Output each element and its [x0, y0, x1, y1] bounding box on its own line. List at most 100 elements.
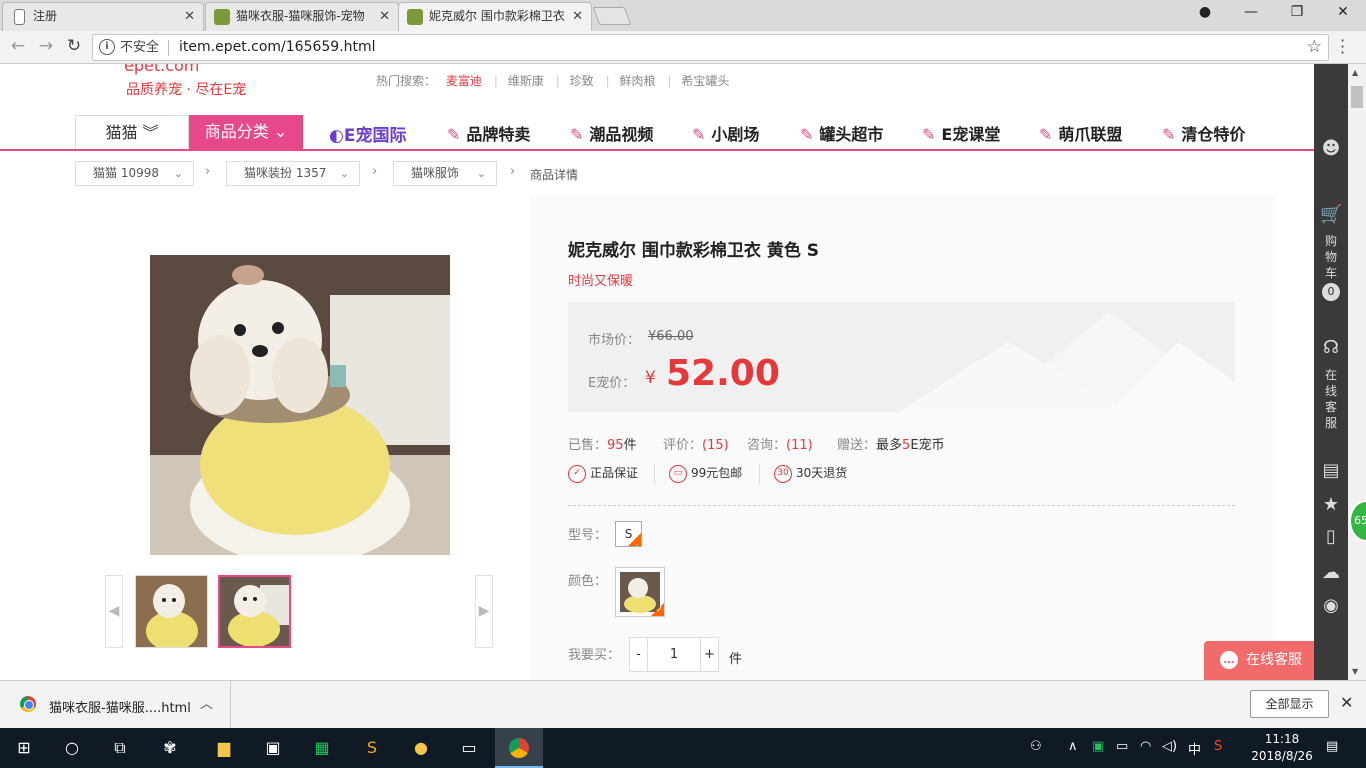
window-close-button[interactable]: ✕: [1328, 4, 1358, 20]
size-option-s[interactable]: S ✓: [615, 521, 642, 547]
quantity-unit: 件: [729, 652, 743, 667]
thumbnail-selected[interactable]: [218, 575, 291, 648]
page-scrollbar[interactable]: ▲ ▼: [1348, 64, 1366, 680]
tray-app-icon[interactable]: ▣: [1092, 739, 1104, 754]
close-icon[interactable]: ✕: [1340, 693, 1353, 712]
nav-epet-intl[interactable]: ◐E宠国际: [329, 121, 406, 146]
iqiyi-icon[interactable]: ▦: [310, 736, 334, 760]
minimize-button[interactable]: —: [1236, 4, 1266, 20]
quantity-input[interactable]: 1: [648, 638, 700, 671]
tab-register[interactable]: 注册 ✕: [2, 2, 204, 31]
page-icon: [14, 9, 25, 25]
tab-cat-clothes[interactable]: 猫咪衣服-猫咪服饰-宠物 ✕: [205, 2, 399, 31]
wifi-icon[interactable]: ◠: [1140, 739, 1151, 754]
chrome-icon[interactable]: [507, 736, 531, 760]
hot-search-link[interactable]: 希宝罐头: [681, 74, 729, 88]
task-view-icon[interactable]: ⧉: [108, 736, 132, 760]
logo[interactable]: epet.com: [124, 64, 199, 75]
account-icon[interactable]: ●: [1190, 4, 1220, 20]
online-service-button[interactable]: … 在线客服: [1204, 641, 1314, 680]
chevron-down-icon: ⌄: [339, 167, 349, 180]
show-all-downloads-button[interactable]: 全部显示: [1250, 690, 1329, 718]
product-main-image[interactable]: [150, 255, 450, 555]
scroll-down-icon[interactable]: ▼: [1352, 667, 1358, 676]
breadcrumb-item[interactable]: 猫咪服饰 ⌄: [393, 161, 497, 186]
headset-icon[interactable]: ☊: [1320, 337, 1342, 359]
cart-label[interactable]: 购物车: [1324, 233, 1338, 281]
thumbnail[interactable]: [135, 575, 208, 648]
address-bar[interactable]: i 不安全 item.epet.com/165659.html ☆: [92, 34, 1329, 61]
url-text[interactable]: item.epet.com/165659.html: [179, 35, 376, 60]
star-icon[interactable]: ★: [1320, 494, 1342, 516]
nav-item[interactable]: ✎ 潮品视频: [570, 121, 653, 145]
nav-item[interactable]: ✎ E宠课堂: [922, 121, 1000, 145]
volume-icon[interactable]: ◁): [1162, 739, 1177, 754]
online-service-label[interactable]: 在线客服: [1324, 367, 1338, 431]
nav-item[interactable]: ✎ 品牌特卖: [447, 121, 530, 145]
paw-app-icon[interactable]: ●: [409, 736, 433, 760]
fish-icon: ✎: [922, 125, 936, 144]
fan-app-icon[interactable]: ✾: [158, 736, 182, 760]
consult-count[interactable]: 咨询：(11): [747, 434, 813, 453]
sublime-text-icon[interactable]: S: [360, 736, 384, 760]
windows-start-icon[interactable]: ⊞: [12, 736, 36, 760]
chevron-up-icon[interactable]: ︿: [200, 693, 213, 712]
hot-search-link[interactable]: 珍致: [570, 74, 594, 88]
download-filename[interactable]: 猫咪衣服-猫咪服....html: [49, 697, 191, 716]
thumb-prev-button[interactable]: ◀: [105, 575, 123, 648]
ime-indicator[interactable]: 中: [1188, 739, 1201, 758]
scroll-up-icon[interactable]: ▲: [1352, 68, 1358, 77]
new-tab-button[interactable]: [592, 7, 632, 25]
nav-item[interactable]: ✎ 罐头超市: [800, 121, 883, 145]
scrollbar-thumb[interactable]: [1351, 86, 1363, 108]
hot-search-link[interactable]: 麦富迪: [446, 74, 482, 88]
chevron-up-icon[interactable]: ∧: [1068, 739, 1078, 754]
notification-icon[interactable]: ▤: [1326, 739, 1338, 754]
bookmark-star-icon[interactable]: ☆: [1307, 35, 1322, 60]
epet-price: 52.00: [666, 353, 780, 394]
nav-item[interactable]: ✎ 萌爪联盟: [1039, 121, 1122, 145]
mobile-icon[interactable]: ▯: [1320, 526, 1342, 548]
quantity-decrease-button[interactable]: -: [630, 638, 648, 671]
review-count[interactable]: 评价：(15): [663, 434, 729, 453]
store-icon[interactable]: ▣: [261, 736, 285, 760]
fish-icon: ✎: [692, 125, 706, 144]
reload-icon[interactable]: ↻: [62, 36, 86, 56]
people-icon[interactable]: ⚇: [1030, 739, 1042, 754]
hot-search-link[interactable]: 维斯康: [508, 74, 544, 88]
maximize-button[interactable]: ❐: [1282, 4, 1312, 20]
tab-product[interactable]: 妮克威尔 围巾款彩棉卫衣 ✕: [398, 2, 592, 31]
quantity-increase-button[interactable]: +: [700, 638, 718, 671]
close-icon[interactable]: ✕: [184, 3, 195, 30]
nav-product-categories[interactable]: 商品分类 ⌄: [189, 115, 303, 149]
breadcrumb-item[interactable]: 猫猫 10998 ⌄: [75, 161, 194, 186]
file-explorer-icon[interactable]: ▆: [212, 736, 236, 760]
color-option-yellow[interactable]: ✓: [615, 567, 665, 617]
cart-icon[interactable]: 🛒: [1320, 204, 1342, 226]
search-icon[interactable]: ○: [60, 736, 84, 760]
terminal-icon[interactable]: ▭: [457, 736, 481, 760]
currency-symbol: ¥: [645, 368, 656, 388]
quantity-label: 我要买：: [568, 648, 621, 663]
cat-face-icon[interactable]: ☻: [1320, 138, 1342, 160]
nav-item[interactable]: ✎ 小剧场: [692, 121, 759, 145]
info-icon[interactable]: i: [99, 39, 115, 55]
order-list-icon[interactable]: ▤: [1320, 460, 1342, 482]
breadcrumb-current: 商品详情: [530, 168, 579, 182]
download-item[interactable]: 猫咪衣服-猫咪服....html ︿: [0, 681, 231, 728]
thumb-next-button[interactable]: ▶: [475, 575, 493, 648]
sogou-ime-icon[interactable]: S: [1214, 739, 1222, 754]
forward-icon[interactable]: →: [34, 36, 58, 56]
nav-pet-category[interactable]: 猫猫 ︾: [75, 115, 189, 149]
browser-menu-icon[interactable]: · · ·: [1340, 33, 1345, 61]
battery-icon[interactable]: ▭: [1116, 739, 1128, 754]
back-icon[interactable]: ←: [6, 36, 30, 56]
breadcrumb-item[interactable]: 猫咪装扮 1357 ⌄: [226, 161, 360, 186]
system-clock[interactable]: 11:18 2018/8/26: [1250, 731, 1314, 765]
weibo-icon[interactable]: ◉: [1320, 595, 1342, 617]
close-icon[interactable]: ✕: [379, 3, 390, 30]
hot-search-link[interactable]: 鲜肉粮: [620, 74, 656, 88]
nav-item[interactable]: ✎ 清仓特价: [1162, 121, 1245, 145]
wechat-icon[interactable]: ☁: [1320, 562, 1342, 584]
close-icon[interactable]: ✕: [572, 3, 583, 30]
